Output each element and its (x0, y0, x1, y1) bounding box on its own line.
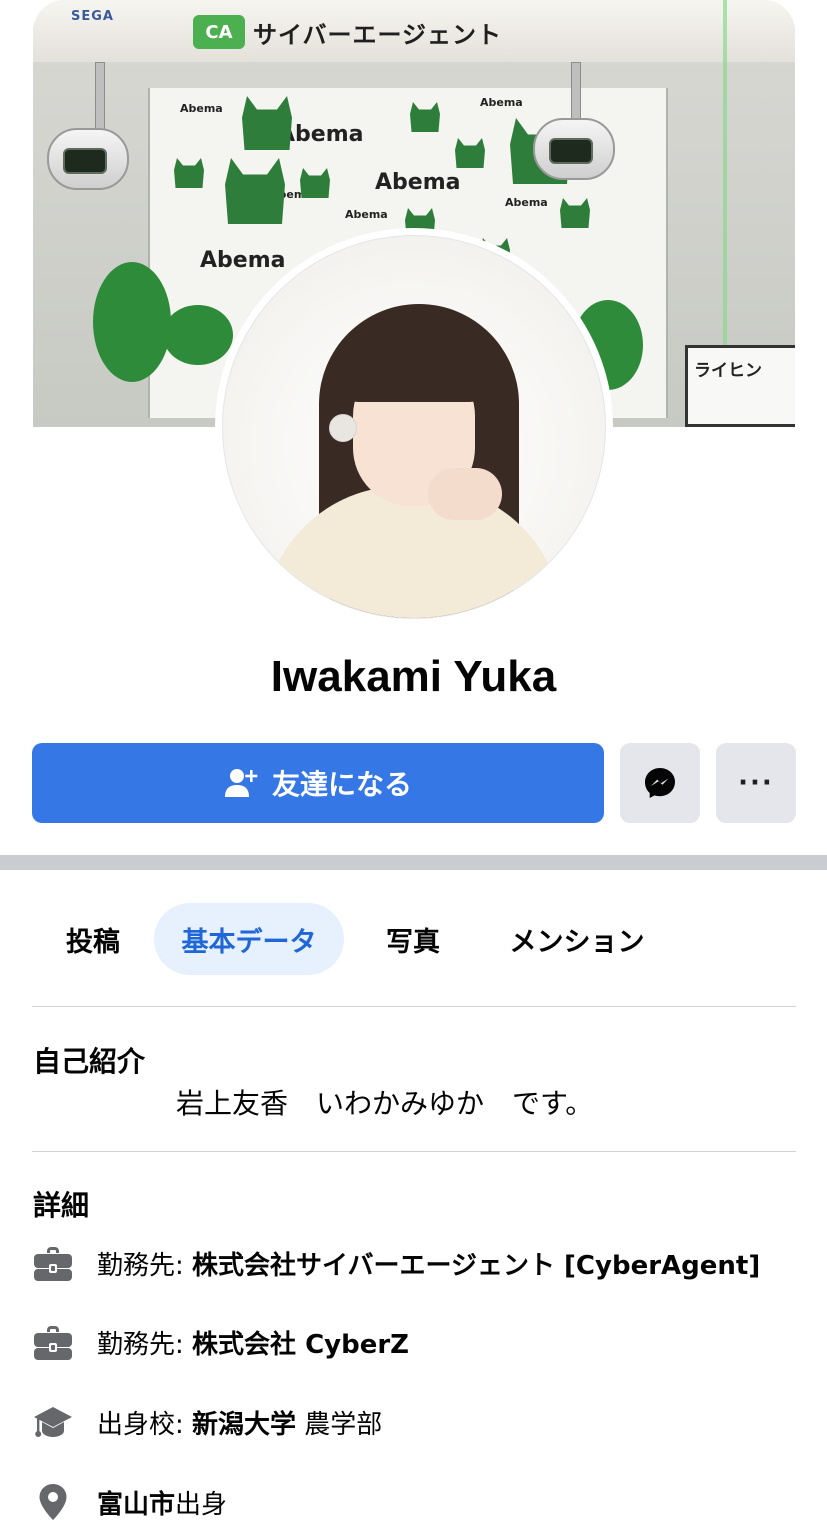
claw-rod (95, 62, 105, 132)
green-plush-toy (163, 305, 233, 365)
detail-label: 勤務先: (97, 1250, 193, 1281)
abema-mascot-icon (242, 96, 292, 150)
avatar-hand (428, 468, 502, 520)
location-pin-icon (33, 1482, 73, 1522)
tab-about[interactable]: 基本データ (154, 903, 344, 975)
tab-posts[interactable]: 投稿 (32, 903, 154, 975)
detail-suffix: 農学部 (296, 1409, 383, 1440)
section-divider (0, 855, 827, 870)
abema-mascot-icon (174, 158, 204, 188)
cover-header-panel: SEGA CA サイバーエージェント (33, 0, 795, 62)
profile-picture[interactable] (222, 235, 606, 619)
cyberagent-logo-text: サイバーエージェント (253, 20, 503, 49)
avatar-earring (329, 414, 357, 442)
claw-crane-right (533, 118, 615, 180)
green-plush-toy (93, 262, 171, 382)
abema-logo-text: Abema (505, 196, 548, 209)
detail-value[interactable]: 株式会社 CyberZ (192, 1330, 409, 1360)
divider (32, 1006, 796, 1007)
intro-bio: 岩上友香 いわかみゆか です。 (176, 1087, 594, 1120)
intro-title: 自己紹介 (33, 1045, 146, 1078)
abema-mascot-icon (300, 168, 330, 198)
cyberagent-logo: CA サイバーエージェント (193, 14, 502, 50)
add-friend-label: 友達になる (271, 769, 412, 800)
tab-photos[interactable]: 写真 (344, 903, 482, 975)
graduation-cap-icon (33, 1402, 73, 1442)
briefcase-icon (33, 1322, 73, 1362)
detail-value[interactable]: 富山市 (97, 1490, 175, 1520)
more-options-button[interactable]: ··· (716, 743, 796, 823)
cyberagent-logo-mark: CA (193, 15, 245, 49)
abema-mascot-icon (225, 158, 285, 224)
detail-suffix: 出身 (175, 1489, 228, 1520)
detail-label: 勤務先: (97, 1329, 193, 1360)
detail-work-2[interactable]: 勤務先: 株式会社 CyberZ (33, 1317, 409, 1367)
tab-mentions[interactable]: メンション (482, 903, 672, 975)
briefcase-icon (33, 1243, 73, 1283)
profile-name: Iwakami Yuka (270, 652, 557, 701)
person-add-icon (224, 769, 258, 797)
details-title: 詳細 (33, 1189, 90, 1222)
abema-logo-text: Abema (345, 208, 388, 221)
detail-value[interactable]: 株式会社サイバーエージェント [CyberAgent] (192, 1251, 760, 1281)
avatar-bangs (343, 332, 485, 402)
detail-hometown[interactable]: 富山市出身 (33, 1477, 227, 1527)
claw-crane-left (47, 128, 129, 190)
add-friend-button[interactable]: 友達になる (32, 743, 604, 823)
abema-mascot-icon (410, 102, 440, 132)
cover-sign: ライヒン (685, 345, 795, 427)
detail-work-1[interactable]: 勤務先: 株式会社サイバーエージェント [CyberAgent] (33, 1238, 760, 1288)
detail-value[interactable]: 新潟大学 (192, 1410, 296, 1440)
sega-logo-text: SEGA (71, 9, 114, 24)
messenger-button[interactable] (620, 743, 700, 823)
messenger-icon (645, 768, 675, 798)
more-icon: ··· (738, 768, 774, 798)
abema-logo-text: Abema (200, 248, 286, 273)
abema-mascot-icon (560, 198, 590, 228)
detail-label: 出身校: (97, 1409, 193, 1440)
divider (32, 1151, 796, 1152)
profile-page: SEGA CA サイバーエージェント Abema Abema Abema Abe… (0, 0, 827, 1534)
profile-picture-ring (215, 228, 613, 626)
abema-mascot-icon (455, 138, 485, 168)
profile-tabs: 投稿 基本データ 写真 メンション (32, 903, 672, 975)
abema-logo-text: Abema (375, 170, 461, 195)
abema-logo-text: Abema (480, 96, 523, 109)
detail-education[interactable]: 出身校: 新潟大学 農学部 (33, 1397, 382, 1447)
abema-logo-text: Abema (180, 102, 223, 115)
